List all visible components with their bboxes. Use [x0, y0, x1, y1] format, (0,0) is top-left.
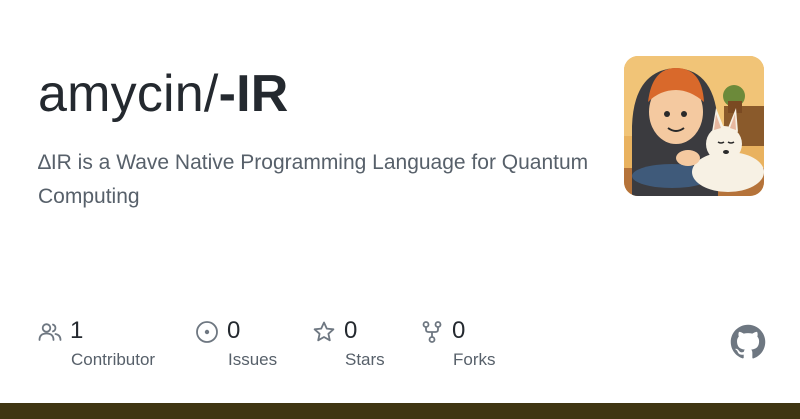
issues-label: Issues: [228, 350, 278, 369]
people-icon: [38, 323, 62, 341]
repo-description: ∆IR is a Wave Native Programming Languag…: [38, 151, 589, 208]
repo-name: -IR: [218, 65, 289, 123]
contributors-count: 1: [70, 317, 84, 344]
stars-count: 0: [344, 317, 358, 344]
language-color-bar: [0, 403, 800, 419]
owner-avatar[interactable]: [624, 56, 764, 196]
stars-label: Stars: [345, 350, 385, 369]
repo-social-card: amycin/-IR ∆IR is a Wave Native Programm…: [0, 0, 800, 419]
repo-title[interactable]: amycin/-IR: [38, 62, 288, 126]
star-icon: [313, 321, 335, 342]
issues-count: 0: [227, 317, 241, 344]
contributors-label: Contributor: [71, 350, 156, 369]
avatar-illustration: [624, 56, 764, 196]
forks-label: Forks: [453, 350, 496, 369]
repo-forked-icon: [422, 321, 442, 343]
repo-owner: amycin/: [38, 65, 219, 123]
github-mark-icon[interactable]: [730, 324, 766, 360]
repo-stats: 1 Contributor 0 Issues 0 Stars 0 Forks: [0, 312, 800, 382]
issue-opened-icon: [196, 321, 218, 343]
forks-count: 0: [452, 317, 466, 344]
